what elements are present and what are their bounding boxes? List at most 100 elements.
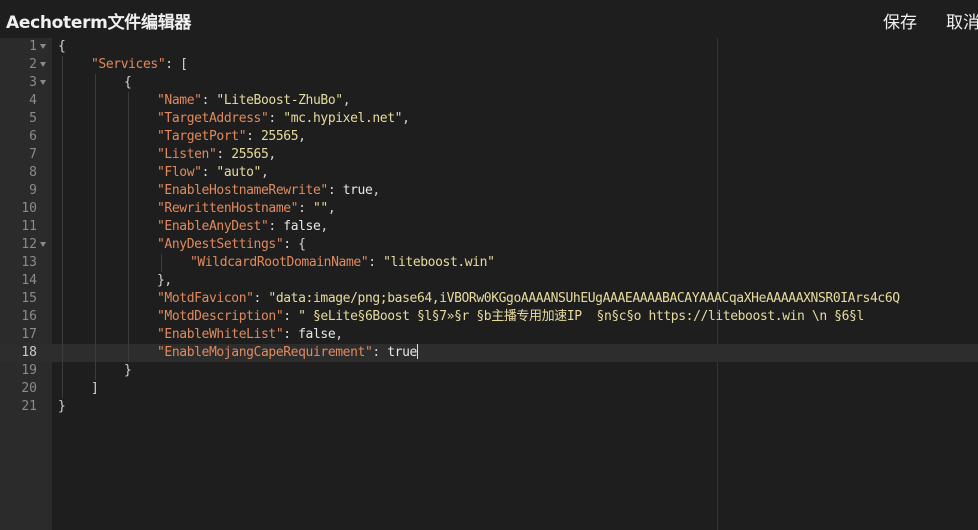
code-line[interactable]: 4 "Name": "LiteBoost-ZhuBo", <box>0 92 978 110</box>
save-button[interactable]: 保存 <box>883 8 917 33</box>
json-punctuation: : <box>298 201 313 216</box>
line-number: 11 <box>21 219 37 234</box>
indent-guide <box>95 344 96 362</box>
indent-guide <box>95 326 96 344</box>
json-string: "liteboost.win" <box>383 255 495 270</box>
text-cursor <box>416 344 418 359</box>
window-title: Aechoterm文件编辑器 <box>6 13 192 33</box>
line-number: 20 <box>21 381 37 396</box>
code-line[interactable]: 12 "AnyDestSettings": { <box>0 236 978 254</box>
json-string: "" <box>312 201 328 216</box>
indent-guide <box>95 308 96 326</box>
line-number: 12 <box>21 237 37 252</box>
indent-guide <box>128 164 129 182</box>
line-number: 2 <box>29 57 37 72</box>
code-text: "AnyDestSettings": { <box>157 236 306 254</box>
indent-guide <box>95 164 96 182</box>
indent-guide <box>62 182 63 200</box>
indent-guide <box>62 344 63 362</box>
fold-arrow-icon[interactable] <box>40 80 46 85</box>
code-line[interactable]: 9 "EnableHostnameRewrite": true, <box>0 182 978 200</box>
code-text: ] <box>91 380 99 398</box>
cancel-button[interactable]: 取消 <box>946 8 978 33</box>
line-number: 16 <box>21 309 37 324</box>
code-line[interactable]: 10 "RewrittenHostname": "", <box>0 200 978 218</box>
indent-guide <box>128 200 129 218</box>
code-text: "MotdDescription": " §eLite§6Boost §l§7»… <box>157 308 864 326</box>
indent-guide <box>128 272 129 290</box>
json-number: 25565 <box>260 129 299 144</box>
code-line[interactable]: 11 "EnableAnyDest": false, <box>0 218 978 236</box>
code-line[interactable]: 2 "Services": [ <box>0 56 978 74</box>
json-punctuation: : <box>283 327 299 342</box>
json-literal: true <box>342 183 373 198</box>
json-punctuation: , <box>335 327 343 342</box>
line-number: 6 <box>29 129 37 144</box>
json-punctuation: : <box>327 183 343 198</box>
json-key: "TargetPort" <box>157 129 247 144</box>
indent-guide <box>128 92 129 110</box>
line-number: 17 <box>21 327 37 342</box>
json-string: "auto" <box>216 165 261 180</box>
code-line[interactable]: 5 "TargetAddress": "mc.hypixel.net", <box>0 110 978 128</box>
code-line[interactable]: 18 "EnableMojangCapeRequirement": true <box>0 344 978 362</box>
json-punctuation: : <box>201 165 217 180</box>
json-key: "MotdDescription" <box>157 309 284 324</box>
indent-guide <box>62 326 63 344</box>
json-punctuation: : <box>268 111 284 126</box>
json-punctuation: , <box>320 219 328 234</box>
indent-guide <box>161 254 162 272</box>
json-key: "TargetAddress" <box>157 111 269 126</box>
line-number: 21 <box>21 399 37 414</box>
indent-guide <box>95 110 96 128</box>
code-line[interactable]: 16 "MotdDescription": " §eLite§6Boost §l§… <box>0 308 978 326</box>
indent-guide <box>62 272 63 290</box>
fold-arrow-icon[interactable] <box>40 62 46 67</box>
json-string: " §eLite§6Boost §l§7»§r §b主播专用加速IP §n§c§… <box>298 309 864 324</box>
json-punctuation: : <box>253 291 269 306</box>
indent-guide <box>128 182 129 200</box>
json-punctuation: , <box>327 201 336 216</box>
json-punctuation: : { <box>283 237 306 252</box>
code-line[interactable]: 6 "TargetPort": 25565, <box>0 128 978 146</box>
fold-arrow-icon[interactable] <box>40 242 46 247</box>
code-line[interactable]: 19} <box>0 362 978 380</box>
json-key: "EnableHostnameRewrite" <box>157 183 328 198</box>
code-line[interactable]: 1{ <box>0 38 978 56</box>
json-punctuation: , <box>342 93 351 108</box>
code-line[interactable]: 17 "EnableWhiteList": false, <box>0 326 978 344</box>
code-line[interactable]: 15 "MotdFavicon": "data:image/png;base64,… <box>0 290 978 308</box>
indent-guide <box>128 146 129 164</box>
code-text: "EnableMojangCapeRequirement": true <box>157 344 418 362</box>
json-punctuation: : <box>201 93 217 108</box>
json-punctuation: : <box>268 219 284 234</box>
indent-guide <box>95 182 96 200</box>
indent-guide <box>62 236 63 254</box>
indent-guide <box>95 236 96 254</box>
line-number: 9 <box>29 183 37 198</box>
code-line[interactable]: 3{ <box>0 74 978 92</box>
indent-guide <box>95 74 96 92</box>
json-key: "EnableAnyDest" <box>157 219 269 234</box>
code-editor[interactable]: 1{2 "Services": [3{4 "Name": "LiteBoost-Zh… <box>0 38 978 530</box>
code-line[interactable]: 8 "Flow": "auto", <box>0 164 978 182</box>
json-key: "WildcardRootDomainName" <box>190 255 369 270</box>
code-line[interactable]: 20] <box>0 380 978 398</box>
code-line[interactable]: 7 "Listen": 25565, <box>0 146 978 164</box>
indent-guide <box>62 200 63 218</box>
code-line[interactable]: 21} <box>0 398 978 416</box>
line-number: 8 <box>29 165 37 180</box>
json-punctuation: , <box>260 165 269 180</box>
code-line[interactable]: 14}, <box>0 272 978 290</box>
code-text: { <box>124 74 132 92</box>
indent-guide <box>62 56 63 74</box>
indent-guide <box>62 308 63 326</box>
json-string: "data:image/png;base64,iVBORw0KGgoAAAANS… <box>268 291 900 306</box>
indent-guide <box>62 92 63 110</box>
indent-guide <box>95 290 96 308</box>
indent-guide <box>95 146 96 164</box>
indent-guide <box>62 380 63 398</box>
json-string: "mc.hypixel.net" <box>283 111 403 126</box>
fold-arrow-icon[interactable] <box>40 44 46 49</box>
code-line[interactable]: 13 "WildcardRootDomainName": "liteboost.w… <box>0 254 978 272</box>
